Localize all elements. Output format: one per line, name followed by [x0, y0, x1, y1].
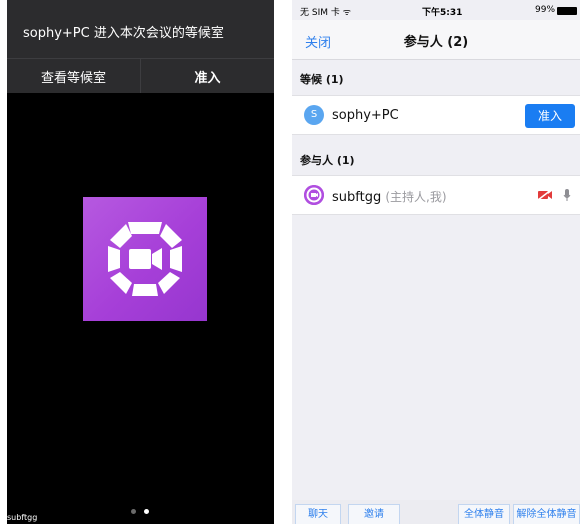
page-dot-active[interactable]	[144, 509, 149, 514]
admit-participant-button[interactable]: 准入	[525, 104, 575, 128]
participant-name: sophy+PC	[332, 108, 399, 123]
zoom-logo-icon	[304, 185, 324, 205]
zoom-logo-icon	[108, 222, 182, 296]
waiting-room-actions: 查看等候室 准入	[7, 58, 274, 93]
mute-all-button[interactable]: 全体静音	[458, 504, 510, 524]
waiting-room-notification: sophy+PC 进入本次会议的等候室 查看等候室 准入	[7, 0, 274, 93]
battery-percentage: 99%	[535, 5, 556, 15]
carrier-label: 无 SIM 卡 ᯤ	[300, 5, 351, 18]
self-name-label: subftgg	[7, 513, 38, 522]
waiting-participant-row[interactable]: S sophy+PC 准入	[292, 95, 580, 135]
invite-button[interactable]: 邀请	[348, 504, 400, 524]
participant-name-line: subftgg (主持人,我)	[332, 188, 447, 205]
admit-button[interactable]: 准入	[140, 59, 274, 93]
page-indicator[interactable]	[131, 509, 149, 514]
meeting-video-screen: sophy+PC 进入本次会议的等候室 查看等候室 准入 subftgg	[7, 0, 274, 524]
battery-icon	[557, 7, 577, 15]
clock: 下午5:31	[422, 8, 463, 18]
participant-row[interactable]: subftgg (主持人,我)	[292, 175, 580, 215]
navigation-bar: 关闭 参与人 (2)	[292, 20, 580, 60]
participants-section-title: 参与人 (1)	[300, 154, 355, 167]
page-dot[interactable]	[131, 509, 136, 514]
participant-role: (主持人,我)	[385, 190, 447, 204]
participant-name: subftgg	[332, 190, 382, 205]
carrier-text: 无 SIM 卡	[300, 8, 340, 18]
wifi-icon: ᯤ	[342, 8, 351, 18]
chat-button[interactable]: 聊天	[295, 504, 341, 524]
bottom-toolbar: 聊天 邀请 全体静音 解除全体静音	[292, 500, 580, 524]
microphone-icon	[563, 189, 571, 201]
host-avatar	[304, 185, 324, 205]
participant-video-tile	[83, 197, 207, 321]
waiting-room-message: sophy+PC 进入本次会议的等候室	[23, 26, 224, 41]
participant-media-status	[537, 188, 571, 202]
waiting-section-title: 等候 (1)	[300, 73, 344, 86]
status-bar: 无 SIM 卡 ᯤ 下午5:31 99%	[292, 0, 580, 20]
avatar: S	[304, 105, 324, 125]
view-waiting-room-button[interactable]: 查看等候室	[7, 59, 140, 93]
unmute-all-button[interactable]: 解除全体静音	[513, 504, 580, 524]
page-title: 参与人 (2)	[403, 35, 469, 50]
video-off-icon	[537, 189, 552, 201]
participants-screen: 无 SIM 卡 ᯤ 下午5:31 99% 关闭 参与人 (2) 等候 (1) S…	[292, 0, 580, 524]
